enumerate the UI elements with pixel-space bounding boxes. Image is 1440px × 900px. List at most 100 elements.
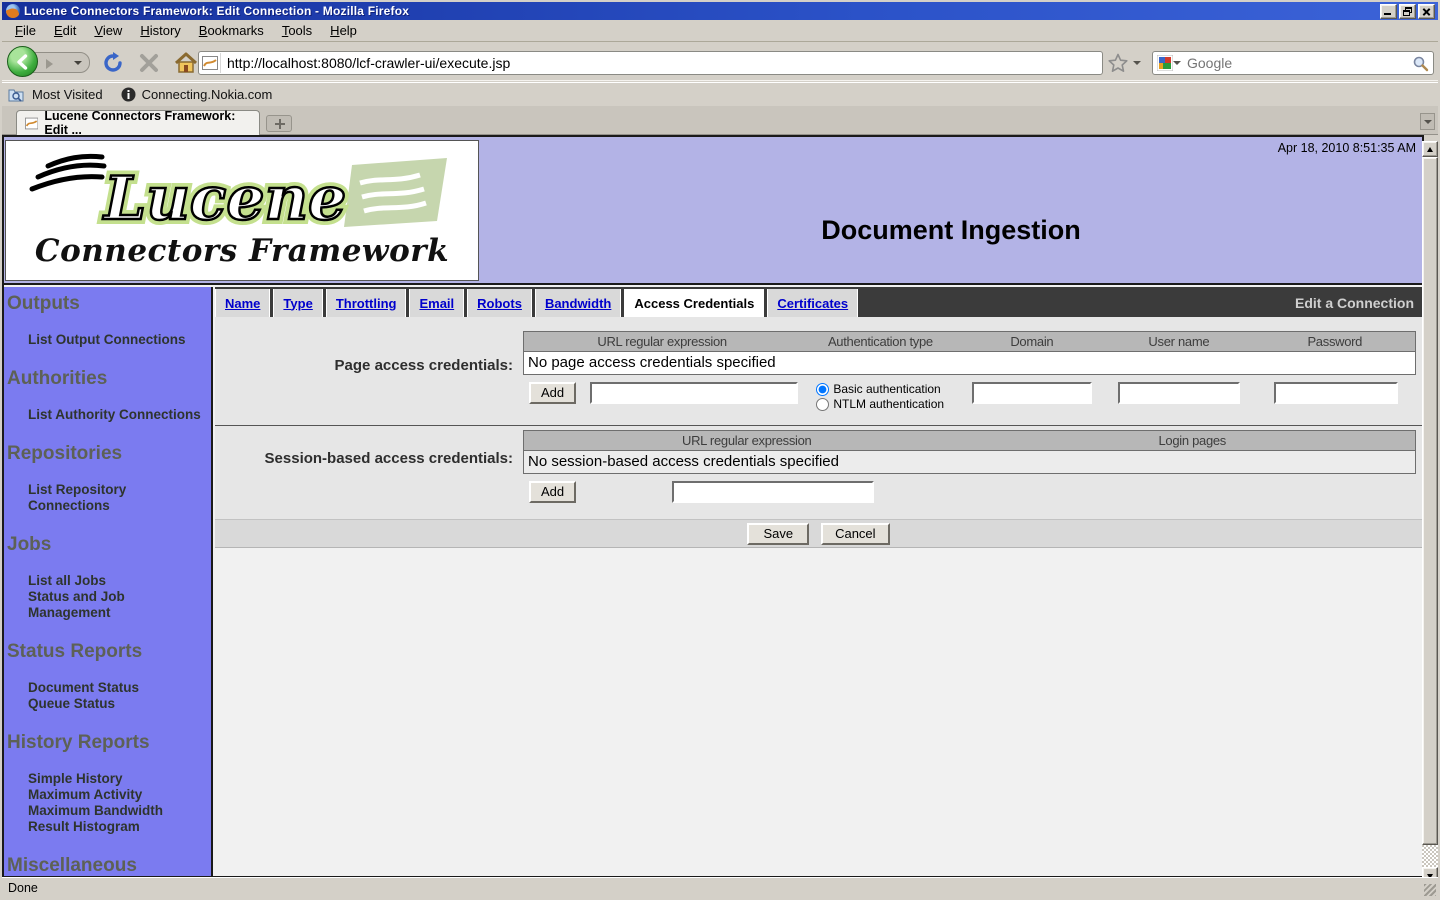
column-url-regex: URL regular expression bbox=[524, 334, 800, 349]
browser-tab-active[interactable]: Lucene Connectors Framework: Edit ... bbox=[16, 110, 260, 135]
form-actions: Save Cancel bbox=[215, 519, 1422, 547]
save-button[interactable]: Save bbox=[747, 523, 809, 545]
scrollbar-thumb[interactable] bbox=[1422, 157, 1438, 845]
bookmark-label: Most Visited bbox=[32, 87, 103, 102]
page-credentials-add-button[interactable]: Add bbox=[529, 382, 576, 404]
search-bar[interactable] bbox=[1152, 51, 1434, 75]
back-arrow-icon bbox=[15, 54, 31, 70]
restore-button[interactable] bbox=[1399, 4, 1416, 19]
menu-edit[interactable]: Edit bbox=[45, 21, 85, 40]
sidebar-item-queue-status[interactable]: Queue Status bbox=[28, 696, 211, 712]
navigation-toolbar bbox=[2, 43, 1438, 81]
page-credentials-add-row: Add Basic authentication bbox=[523, 382, 1416, 421]
lcf-logo: Lucene Lucene Connectors Framework bbox=[5, 140, 479, 281]
browser-tab-strip: Lucene Connectors Framework: Edit ... bbox=[2, 106, 1438, 135]
column-password: Password bbox=[1255, 334, 1415, 349]
sidebar-heading-jobs: Jobs bbox=[7, 534, 211, 556]
stop-x-icon bbox=[138, 52, 160, 74]
session-credentials-header-row: URL regular expression Login pages bbox=[523, 430, 1416, 451]
bookmark-dropdown-icon[interactable] bbox=[1133, 61, 1141, 65]
tab-email[interactable]: Email bbox=[409, 289, 464, 317]
page-content: Lucene Lucene Connectors Framework Apr 1… bbox=[2, 135, 1424, 878]
google-logo-icon bbox=[1157, 55, 1173, 71]
page-banner: Lucene Lucene Connectors Framework Apr 1… bbox=[4, 137, 1422, 285]
page-title: Document Ingestion bbox=[480, 215, 1422, 246]
sidebar-heading-outputs: Outputs bbox=[7, 293, 211, 315]
bookmark-connecting-nokia[interactable]: Connecting.Nokia.com bbox=[121, 87, 273, 102]
browser-window: Lucene Connectors Framework: Edit Connec… bbox=[0, 0, 1440, 900]
back-button[interactable] bbox=[7, 46, 38, 77]
menu-view[interactable]: View bbox=[85, 21, 131, 40]
tab-name[interactable]: Name bbox=[215, 289, 270, 317]
minimize-button[interactable] bbox=[1380, 4, 1397, 19]
stop-button[interactable] bbox=[138, 52, 160, 79]
bookmark-star-icon[interactable] bbox=[1108, 53, 1128, 73]
column-domain: Domain bbox=[961, 334, 1104, 349]
basic-auth-radio[interactable] bbox=[816, 383, 829, 396]
home-icon bbox=[174, 52, 198, 74]
session-credentials-empty-message: No session-based access credentials spec… bbox=[523, 451, 1416, 474]
scroll-up-button[interactable] bbox=[1422, 141, 1438, 157]
bookmarks-toolbar: Most Visited Connecting.Nokia.com bbox=[2, 82, 1438, 106]
close-button[interactable] bbox=[1418, 4, 1435, 19]
sidebar-item-list-all-jobs[interactable]: List all Jobs bbox=[28, 573, 211, 589]
sidebar-heading-authorities: Authorities bbox=[7, 368, 211, 390]
session-credentials-add-row: Add bbox=[523, 481, 1416, 507]
tab-certificates[interactable]: Certificates bbox=[767, 289, 858, 317]
sidebar-item-list-output-connections[interactable]: List Output Connections bbox=[28, 332, 211, 348]
search-magnifier-icon[interactable] bbox=[1412, 55, 1429, 72]
url-input[interactable] bbox=[221, 55, 1102, 71]
cancel-button[interactable]: Cancel bbox=[821, 523, 889, 545]
menu-tools[interactable]: Tools bbox=[273, 21, 321, 40]
url-bar[interactable] bbox=[198, 51, 1103, 75]
domain-input[interactable] bbox=[972, 382, 1092, 404]
user-name-input[interactable] bbox=[1118, 382, 1240, 404]
search-input[interactable] bbox=[1181, 55, 1412, 71]
sidebar-heading-miscellaneous: Miscellaneous bbox=[7, 855, 211, 876]
menu-history[interactable]: History bbox=[131, 21, 189, 40]
history-dropdown-icon[interactable] bbox=[74, 61, 82, 65]
new-tab-button[interactable] bbox=[266, 115, 292, 132]
sidebar-navigation: Outputs List Output Connections Authorit… bbox=[4, 287, 213, 876]
vertical-scrollbar[interactable] bbox=[1422, 141, 1438, 883]
tab-bandwidth[interactable]: Bandwidth bbox=[535, 289, 621, 317]
sidebar-item-list-authority-connections[interactable]: List Authority Connections bbox=[28, 407, 211, 423]
list-all-tabs-button[interactable] bbox=[1420, 113, 1435, 130]
sidebar-item-simple-history[interactable]: Simple History bbox=[28, 771, 211, 787]
reload-button[interactable] bbox=[102, 52, 124, 79]
sidebar-item-maximum-bandwidth[interactable]: Maximum Bandwidth bbox=[28, 803, 211, 819]
tab-throttling[interactable]: Throttling bbox=[326, 289, 407, 317]
auth-option-basic[interactable]: Basic authentication bbox=[816, 382, 944, 396]
auth-option-ntlm[interactable]: NTLM authentication bbox=[816, 397, 944, 411]
menu-help[interactable]: Help bbox=[321, 21, 366, 40]
banner-timestamp: Apr 18, 2010 8:51:35 AM bbox=[1278, 141, 1416, 155]
sidebar-item-document-status[interactable]: Document Status bbox=[28, 680, 211, 696]
home-button[interactable] bbox=[174, 52, 198, 79]
credentials-panel: Page access credentials: URL regular exp… bbox=[215, 317, 1422, 548]
sidebar-item-status-job-management[interactable]: Status and Job Management bbox=[28, 589, 211, 621]
forward-arrow-icon bbox=[46, 59, 53, 69]
logo-word: Lucene bbox=[102, 164, 346, 234]
column-session-url-regex: URL regular expression bbox=[524, 433, 970, 448]
sidebar-item-result-histogram[interactable]: Result Histogram bbox=[28, 819, 211, 835]
password-input[interactable] bbox=[1274, 382, 1398, 404]
search-engine-dropdown-icon[interactable] bbox=[1173, 61, 1181, 65]
firefox-icon bbox=[6, 4, 20, 18]
menu-bookmarks[interactable]: Bookmarks bbox=[190, 21, 273, 40]
tab-robots[interactable]: Robots bbox=[467, 289, 532, 317]
info-icon bbox=[121, 87, 136, 102]
column-user-name: User name bbox=[1103, 334, 1254, 349]
page-url-regex-input[interactable] bbox=[590, 382, 798, 404]
ntlm-auth-radio[interactable] bbox=[816, 398, 829, 411]
page-favicon bbox=[199, 53, 221, 73]
sidebar-item-list-repository-connections[interactable]: List Repository Connections bbox=[28, 482, 211, 514]
sidebar-item-maximum-activity[interactable]: Maximum Activity bbox=[28, 787, 211, 803]
tab-type[interactable]: Type bbox=[273, 289, 322, 317]
tab-favicon bbox=[25, 117, 38, 130]
tab-access-credentials[interactable]: Access Credentials bbox=[624, 289, 764, 317]
menu-file[interactable]: File bbox=[6, 21, 45, 40]
session-url-regex-input[interactable] bbox=[672, 481, 874, 503]
session-credentials-add-button[interactable]: Add bbox=[529, 481, 576, 503]
bookmark-most-visited[interactable]: Most Visited bbox=[8, 87, 103, 102]
resize-grip-icon[interactable] bbox=[1424, 884, 1436, 896]
